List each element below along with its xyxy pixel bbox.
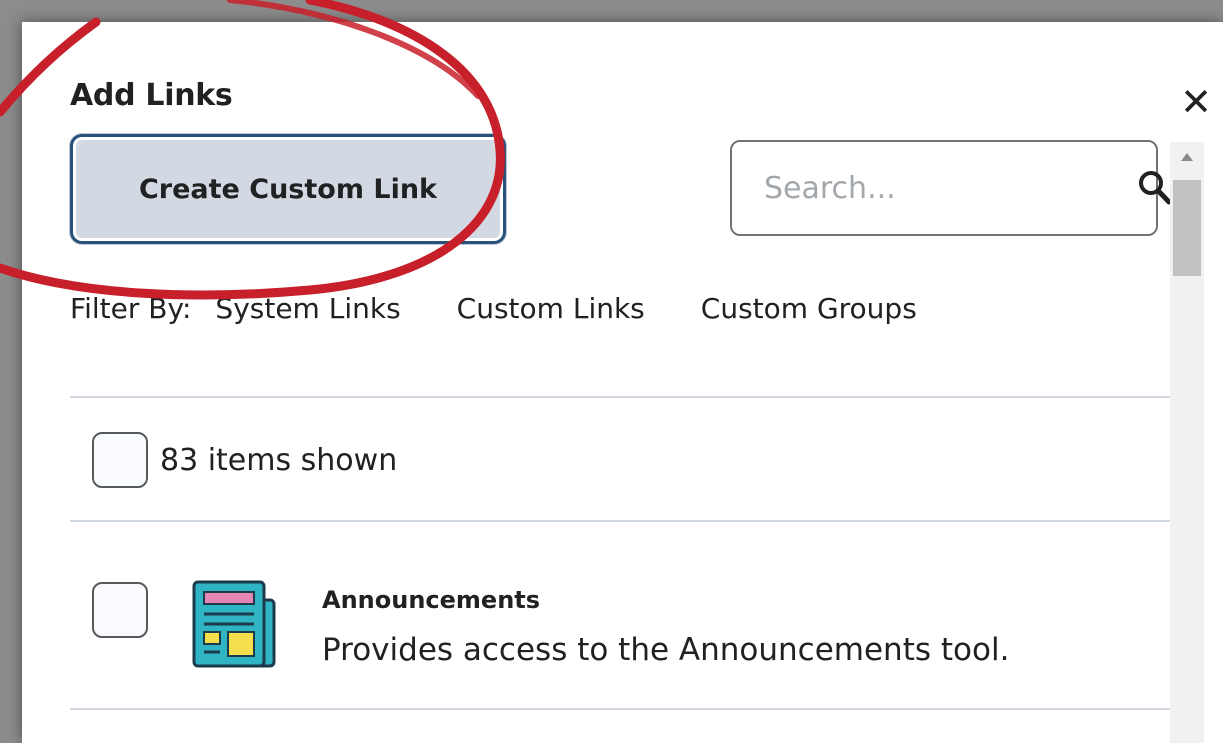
filter-custom-groups[interactable]: Custom Groups <box>701 292 917 325</box>
screenshot-stage: Add Links ✕ Create Custom Link Filter By… <box>0 0 1223 743</box>
announcements-icon <box>190 578 282 676</box>
divider <box>70 520 1170 522</box>
divider <box>70 708 1170 710</box>
create-custom-link-button[interactable]: Create Custom Link <box>70 134 506 244</box>
dialog-title: Add Links <box>70 78 233 113</box>
filter-bar: Filter By: System Links Custom Links Cus… <box>70 292 973 325</box>
scroll-up-arrow-icon[interactable] <box>1170 142 1204 172</box>
add-links-dialog: Add Links ✕ Create Custom Link Filter By… <box>22 22 1223 743</box>
divider <box>70 396 1170 398</box>
search-input[interactable] <box>732 142 1137 234</box>
item-title[interactable]: Announcements <box>322 586 540 614</box>
items-count: 83 items shown <box>160 442 398 478</box>
search-icon[interactable] <box>1137 142 1173 234</box>
close-icon: ✕ <box>1180 80 1212 124</box>
search-box <box>730 140 1172 236</box>
item-description: Provides access to the Announcements too… <box>322 632 1010 668</box>
scroll-thumb[interactable] <box>1173 180 1201 276</box>
select-all-checkbox[interactable] <box>92 432 148 488</box>
close-button[interactable]: ✕ <box>1178 83 1214 121</box>
filter-label: Filter By: <box>70 292 192 325</box>
list-item: Announcements Provides access to the Ann… <box>92 562 1162 682</box>
select-all-row: 83 items shown <box>92 432 397 488</box>
filter-custom-links[interactable]: Custom Links <box>457 292 645 325</box>
scrollbar[interactable] <box>1170 142 1204 743</box>
filter-system-links[interactable]: System Links <box>215 292 400 325</box>
item-checkbox[interactable] <box>92 582 148 638</box>
